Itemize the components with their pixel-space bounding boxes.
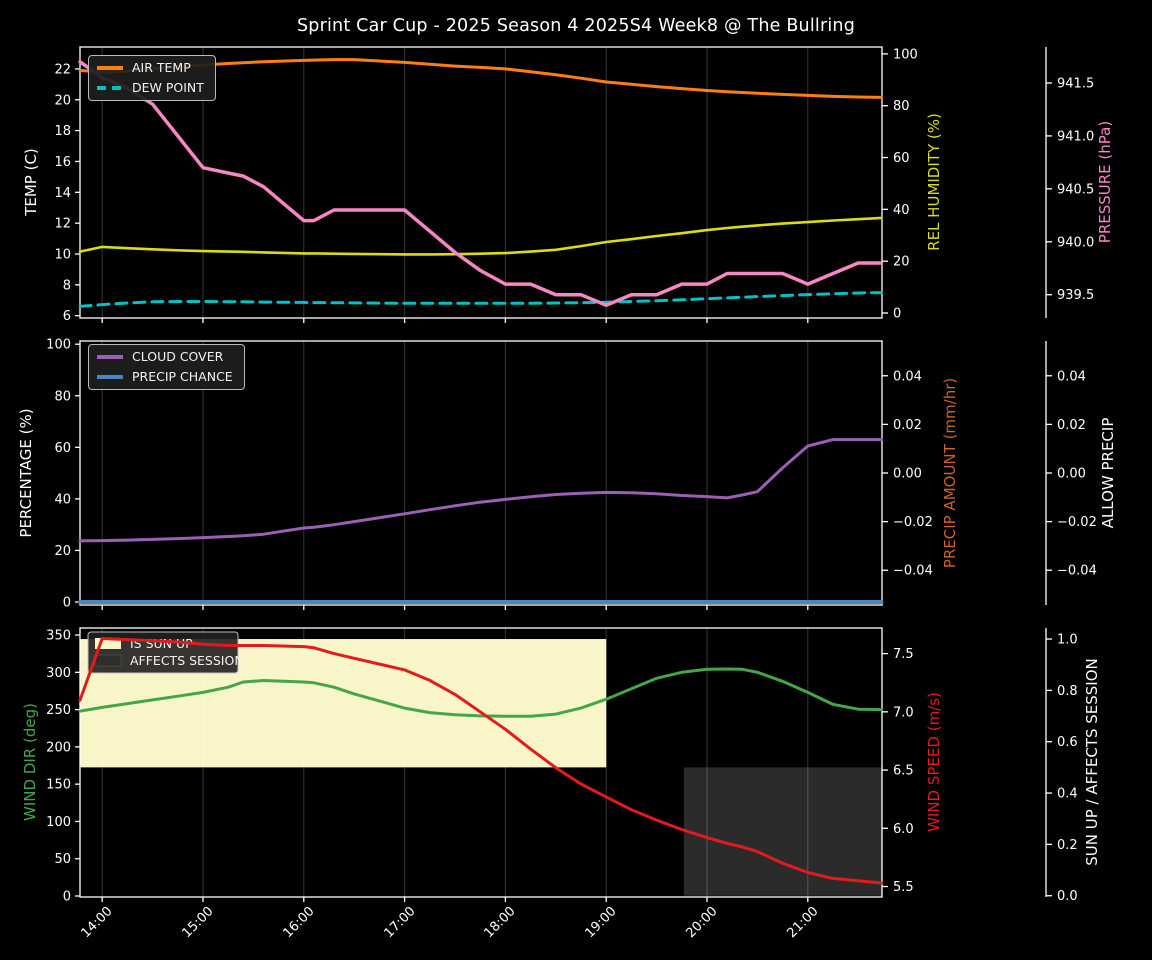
- legend-label-cloud-cover: CLOUD COVER: [132, 349, 224, 364]
- legend-item-cloud-cover: CLOUD COVER: [97, 350, 233, 364]
- axis-label-sun-up: SUN UP / AFFECTS SESSION: [1083, 658, 1101, 866]
- axis-label-precip-amount: PRECIP AMOUNT (mm/hr): [941, 377, 959, 569]
- axis-label-temp: TEMP (C): [22, 148, 40, 216]
- air-temp-swatch: [97, 66, 123, 70]
- legend-label-precip-chance: PRECIP CHANCE: [132, 369, 233, 384]
- legend-label-dew-point: DEW POINT: [132, 80, 204, 95]
- precip-chance-swatch: [97, 375, 123, 379]
- series-wind-dir: [78, 667, 883, 718]
- series-cloud-cover: [78, 438, 883, 543]
- series-dew-point: [78, 291, 883, 308]
- legend-item-precip-chance: PRECIP CHANCE: [97, 370, 233, 384]
- chart-lines-layer: [78, 58, 884, 885]
- legend-item-air-temp: AIR TEMP: [97, 61, 204, 75]
- cloud-cover-swatch: [97, 355, 123, 359]
- axis-label-percentage: PERCENTAGE (%): [17, 408, 35, 538]
- axis-label-pressure: PRESSURE (hPa): [1096, 120, 1114, 244]
- axis-label-wind-speed: WIND SPEED (m/s): [925, 692, 943, 832]
- legend-item-dew-point: DEW POINT: [97, 81, 204, 95]
- dew-point-swatch: [97, 86, 123, 90]
- legend-precipitation: CLOUD COVER PRECIP CHANCE: [88, 344, 245, 390]
- axis-label-humidity: REL HUMIDITY (%): [925, 113, 943, 251]
- figure-title: Sprint Car Cup - 2025 Season 4 2025S4 We…: [296, 16, 856, 36]
- weather-forecast-figure: { "title": "Sprint Car Cup - 2025 Season…: [0, 0, 1152, 960]
- series-rel-humidity: [78, 216, 883, 256]
- axis-label-allow-precip: ALLOW PRECIP: [1099, 417, 1117, 529]
- axis-label-wind-dir: WIND DIR (deg): [21, 703, 39, 821]
- legend-temperature: AIR TEMP DEW POINT: [88, 55, 216, 101]
- legend-label-air-temp: AIR TEMP: [132, 60, 191, 75]
